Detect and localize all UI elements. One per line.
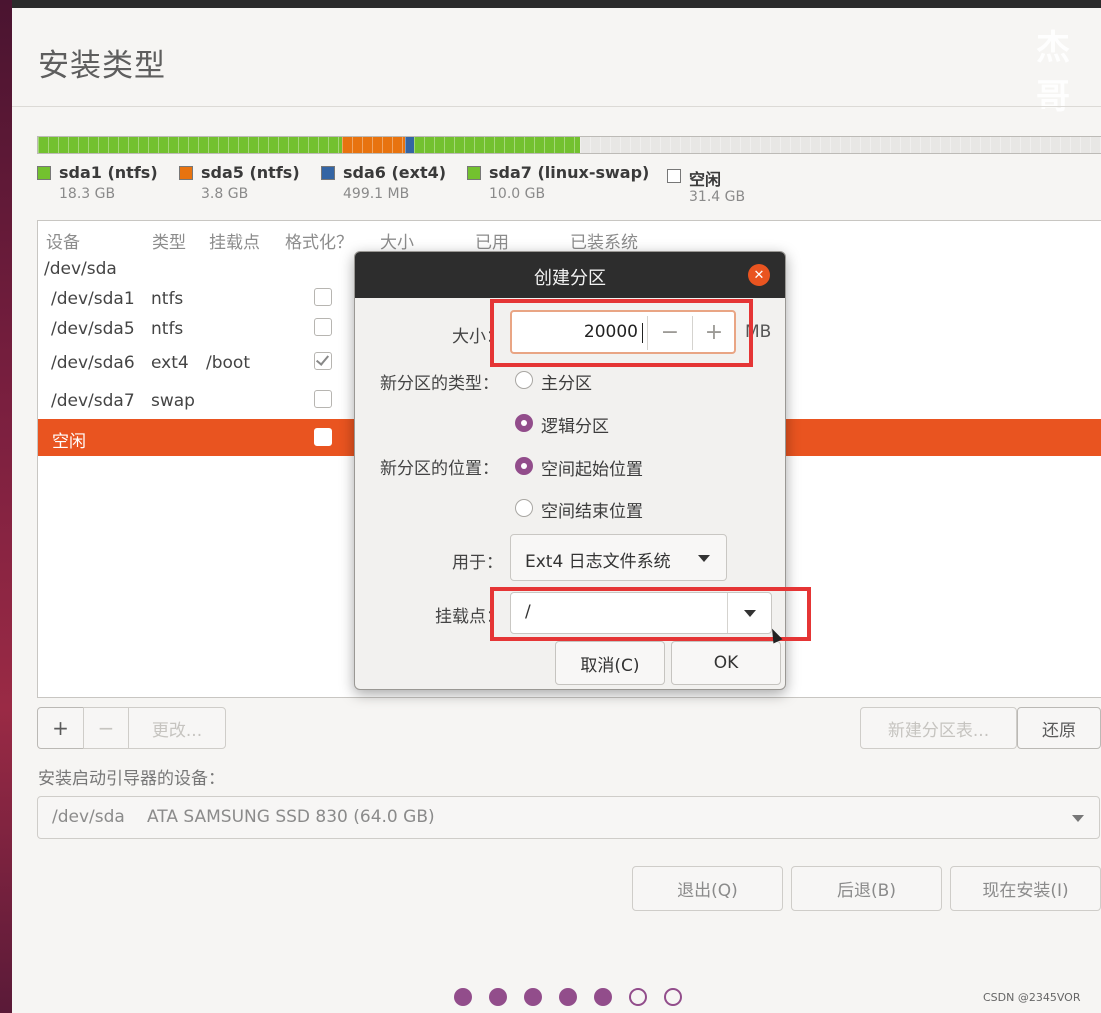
table-row-device[interactable]: /dev/sda1 [51,289,135,309]
legend-size: 18.3 GB [59,186,116,202]
add-partition-button[interactable]: + [37,707,84,749]
radio-logical-label[interactable]: 逻辑分区 [541,412,609,437]
dialog-title: 创建分区 [534,268,606,289]
mount-point-label: 挂载点： [435,607,503,627]
title-divider [12,106,1101,107]
chevron-down-icon [698,555,710,562]
legend-size: 10.0 GB [489,186,546,202]
table-row-disk[interactable]: /dev/sda [44,259,117,279]
step-dot-4 [559,988,577,1006]
partition-type-label: 新分区的类型： [380,374,499,394]
legend-swatch [37,166,51,180]
legend-size: 3.8 GB [201,186,249,202]
quit-button[interactable]: 退出(Q) [632,866,783,911]
use-as-label: 用于： [452,553,503,573]
table-row-type: ext4 [151,353,189,373]
radio-end[interactable] [515,499,533,517]
table-row-format-checkbox[interactable] [314,288,332,306]
bootloader-device-select[interactable]: /dev/sda ATA SAMSUNG SSD 830 (64.0 GB) [37,796,1100,839]
step-dot-2 [489,988,507,1006]
column-header-format[interactable]: 格式化？ [285,228,353,253]
close-icon[interactable]: ✕ [748,264,770,286]
bootloader-label: 安装启动引导器的设备： [38,769,225,789]
legend-size: 499.1 MB [343,186,410,202]
legend-swatch [179,166,193,180]
column-header-size[interactable]: 大小 [380,228,414,253]
desktop-background [0,0,12,1013]
partition-bar-segment-free [579,137,1101,153]
dialog-titlebar: 创建分区 ✕ [355,252,785,298]
partition-bar [37,136,1101,154]
back-button[interactable]: 后退(B) [791,866,942,911]
radio-primary[interactable] [515,371,533,389]
filesystem-value: Ext4 日志文件系统 [525,552,671,572]
table-row-device[interactable]: /dev/sda6 [51,353,135,373]
legend-name: sda6 (ext4) [343,163,447,182]
step-dot-7 [664,988,682,1006]
cancel-button[interactable]: 取消(C) [555,641,665,685]
annotation-box-size [490,299,753,367]
window-top-edge [0,0,1101,8]
partition-bar-segment-sda7 [413,137,580,153]
table-row-type: ntfs [151,289,184,309]
chevron-down-icon [1072,815,1084,822]
table-row-type: swap [151,391,195,411]
partition-bar-segment-sda1 [38,137,343,153]
legend-name: sda7 (linux-swap) [489,163,650,182]
filesystem-dropdown[interactable]: Ext4 日志文件系统 [510,534,727,581]
partition-location-label: 新分区的位置： [380,459,499,479]
partition-bar-segment-sda5 [342,137,406,153]
new-partition-table-button[interactable]: 新建分区表... [860,707,1017,749]
page-title: 安装类型 [38,48,166,84]
radio-primary-label[interactable]: 主分区 [541,369,592,394]
change-partition-button[interactable]: 更改... [128,707,226,749]
install-now-button[interactable]: 现在安装(I) [950,866,1101,911]
annotation-box-mount-point [490,587,811,641]
radio-start-label[interactable]: 空间起始位置 [541,455,643,480]
table-row-format-checkbox[interactable] [314,428,332,446]
radio-end-label[interactable]: 空间结束位置 [541,497,643,522]
credit-watermark: CSDN @2345VOR [983,991,1081,1004]
remove-partition-button[interactable]: − [83,707,129,749]
column-header-device[interactable]: 设备 [46,228,80,253]
step-dot-1 [454,988,472,1006]
partition-bar-segment-sda6 [405,137,414,153]
table-row-device[interactable]: /dev/sda7 [51,391,135,411]
revert-button[interactable]: 还原 [1017,707,1101,749]
column-header-mount[interactable]: 挂载点 [209,228,260,253]
legend-name: 空闲 [689,170,722,189]
table-row-format-checkbox[interactable] [314,390,332,408]
table-row-type: ntfs [151,319,184,339]
table-row-free-label[interactable]: 空闲 [52,427,86,452]
table-row-format-checkbox[interactable] [314,318,332,336]
watermark: 杰哥 [1036,28,1070,117]
legend-size: 31.4 GB [689,189,746,205]
radio-logical[interactable] [515,414,533,432]
legend-name: sda1 (ntfs) [59,163,158,182]
column-header-type[interactable]: 类型 [152,228,186,253]
bootloader-description: ATA SAMSUNG SSD 830 (64.0 GB) [147,807,435,827]
radio-start[interactable] [515,457,533,475]
step-dot-3 [524,988,542,1006]
table-row-mount: /boot [206,353,250,373]
legend-name: sda5 (ntfs) [201,163,300,182]
ok-button[interactable]: OK [671,641,781,685]
column-header-used[interactable]: 已用 [475,228,509,253]
legend-swatch [667,169,681,183]
bootloader-device: /dev/sda [52,807,125,827]
legend-swatch [467,166,481,180]
table-row-device[interactable]: /dev/sda5 [51,319,135,339]
step-dot-5 [594,988,612,1006]
table-row-format-checkbox[interactable] [314,352,332,370]
legend-swatch [321,166,335,180]
column-header-system[interactable]: 已装系统 [570,228,638,253]
step-dot-6 [629,988,647,1006]
